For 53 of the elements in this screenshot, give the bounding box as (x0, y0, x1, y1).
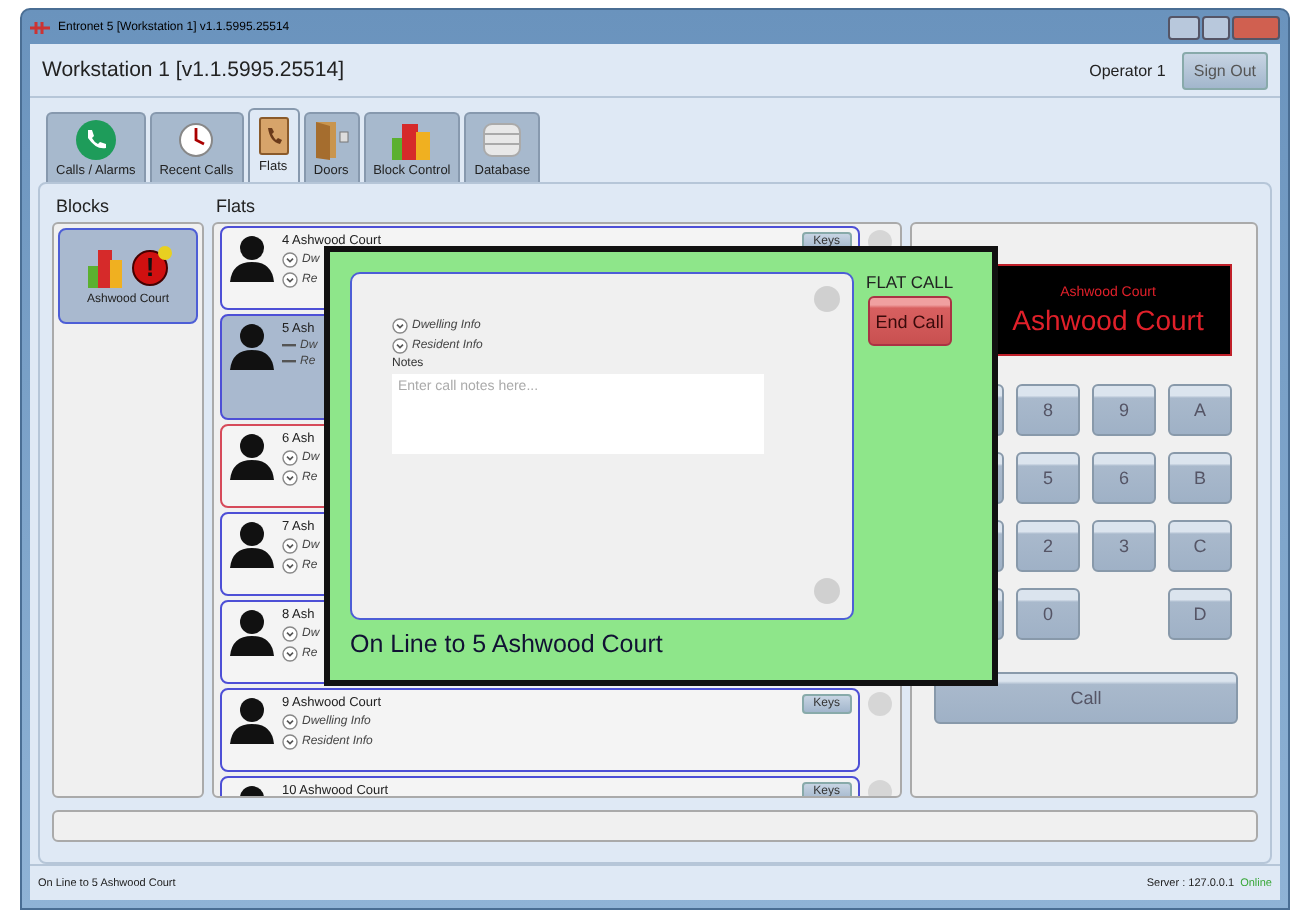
keypad-key[interactable]: 3 (1092, 520, 1156, 572)
expand-icon[interactable] (282, 538, 298, 554)
status-dot (868, 692, 892, 716)
keypad-key[interactable]: 8 (1016, 384, 1080, 436)
expand-icon[interactable] (282, 646, 298, 662)
expand-icon[interactable] (282, 450, 298, 466)
expand-icon[interactable] (282, 734, 298, 750)
buildings-icon (88, 247, 124, 287)
expand-icon[interactable] (282, 714, 298, 730)
app-logo-icon (30, 21, 50, 33)
keypad-key[interactable]: A (1168, 384, 1232, 436)
clock-icon (176, 120, 217, 160)
keypad-key[interactable]: 6 (1092, 452, 1156, 504)
expand-icon[interactable] (282, 252, 298, 268)
expand-icon[interactable] (282, 558, 298, 574)
expand-icon[interactable] (282, 626, 298, 642)
person-icon (230, 608, 274, 656)
keypad-key[interactable]: D (1168, 588, 1232, 640)
call-status: On Line to 5 Ashwood Court (350, 630, 665, 658)
person-icon (230, 696, 274, 744)
call-button[interactable]: Call (934, 672, 1238, 724)
status-dot (814, 578, 840, 604)
phone-book-icon (257, 116, 290, 156)
status-dot (814, 286, 840, 312)
keypad-key[interactable]: 0 (1016, 588, 1080, 640)
end-call-button[interactable]: End Call (867, 296, 952, 346)
keypad-key[interactable]: C (1168, 520, 1232, 572)
keypad-key[interactable]: 2 (1016, 520, 1080, 572)
database-icon (482, 120, 523, 160)
keypad-key[interactable]: 5 (1016, 452, 1080, 504)
person-icon (230, 520, 274, 568)
sign-out-button[interactable]: Sign Out (1181, 51, 1268, 89)
maximize-button[interactable] (1202, 15, 1230, 39)
dialog-title: FLAT CALL (866, 272, 954, 292)
operator-name: Operator 1 (1089, 61, 1166, 79)
expand-icon[interactable] (282, 272, 298, 288)
phone-icon (75, 120, 116, 160)
alarm-badge: ! (132, 249, 168, 285)
expand-icon[interactable] (392, 338, 408, 354)
person-icon (230, 234, 274, 282)
buildings-icon (389, 120, 434, 160)
door-icon (313, 120, 350, 160)
keypad-key[interactable]: 9 (1092, 384, 1156, 436)
flats-label: Flats (214, 196, 258, 216)
person-icon (230, 432, 274, 480)
person-icon (230, 322, 274, 370)
workstation-title: Workstation 1 [v1.1.5995.25514] (42, 58, 346, 82)
minimize-button[interactable] (1168, 15, 1200, 39)
expand-icon[interactable] (282, 470, 298, 486)
keypad-key[interactable]: B (1168, 452, 1232, 504)
blocks-label: Blocks (54, 196, 112, 216)
display-title: Ashwood Court (1012, 303, 1204, 335)
expand-icon[interactable] (392, 318, 408, 334)
